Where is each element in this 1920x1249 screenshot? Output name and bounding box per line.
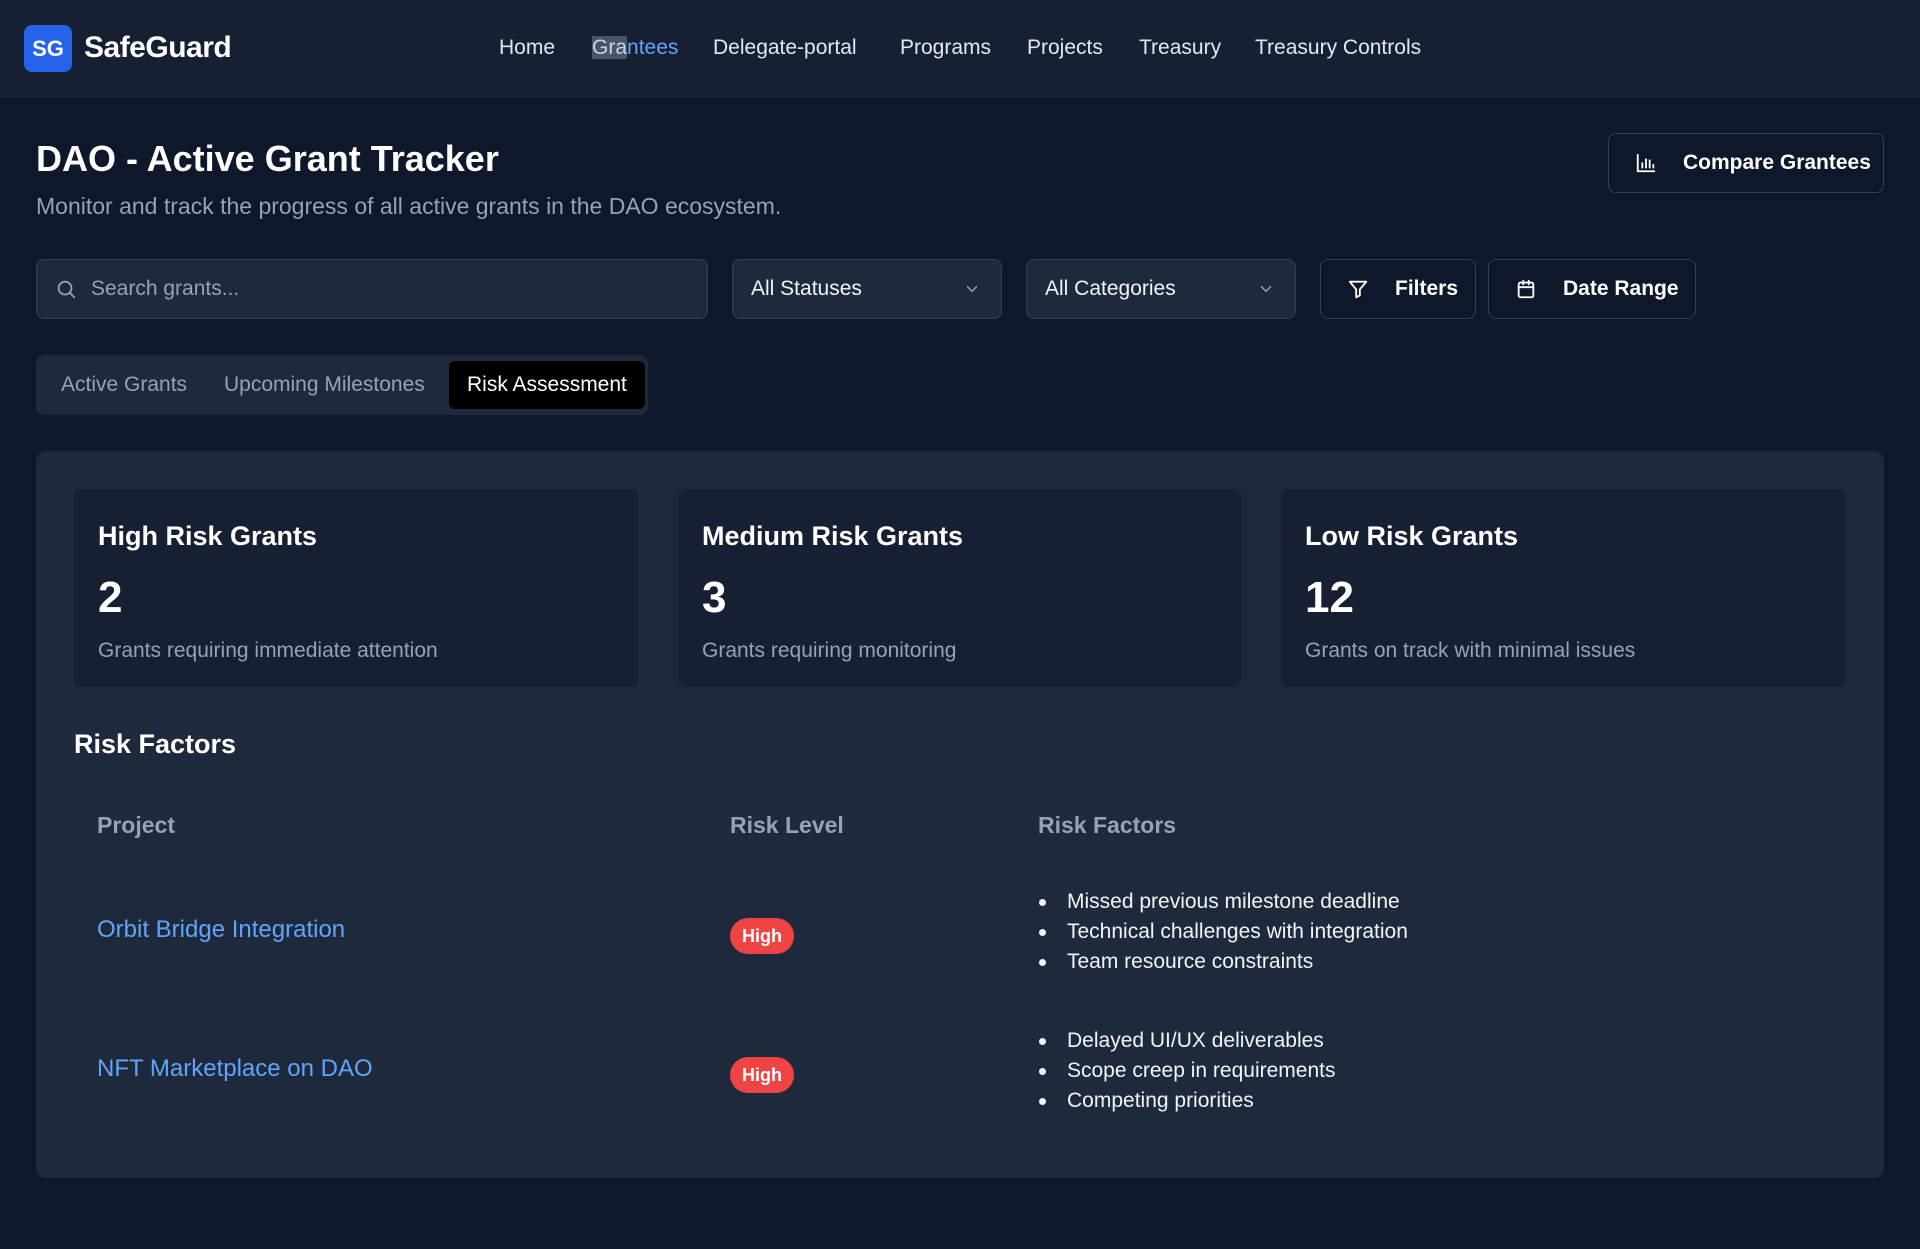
card-value: 12: [1305, 573, 1354, 622]
risk-factor-list: Missed previous milestone deadline Techn…: [1037, 887, 1408, 977]
chevron-down-icon: [963, 280, 981, 298]
list-item: Technical challenges with integration: [1037, 917, 1408, 947]
filter-icon: [1347, 278, 1369, 300]
medium-risk-card: Medium Risk Grants 3 Grants requiring mo…: [678, 489, 1242, 687]
category-select-value: All Categories: [1045, 277, 1176, 300]
status-select[interactable]: All Statuses: [732, 259, 1002, 319]
column-header-project: Project: [97, 812, 175, 838]
compare-grantees-button[interactable]: Compare Grantees: [1608, 133, 1884, 193]
risk-assessment-panel: High Risk Grants 2 Grants requiring imme…: [36, 451, 1884, 1178]
card-description: Grants on track with minimal issues: [1305, 639, 1636, 662]
search-box[interactable]: [36, 259, 708, 319]
risk-level-badge: High: [730, 918, 794, 954]
nav-link-treasury[interactable]: Treasury: [1139, 36, 1221, 60]
filters-button[interactable]: Filters: [1320, 259, 1476, 319]
list-item: Competing priorities: [1037, 1086, 1335, 1116]
high-risk-card: High Risk Grants 2 Grants requiring imme…: [74, 489, 638, 687]
card-description: Grants requiring monitoring: [702, 639, 957, 662]
page-subtitle: Monitor and track the progress of all ac…: [36, 193, 782, 219]
card-title: Medium Risk Grants: [702, 521, 964, 551]
risk-factors-title: Risk Factors: [74, 729, 237, 759]
nav-link-programs[interactable]: Programs: [900, 36, 991, 60]
list-item: Delayed UI/UX deliverables: [1037, 1026, 1335, 1056]
tab-active-grants[interactable]: Active Grants: [61, 361, 187, 409]
risk-factor-list: Delayed UI/UX deliverables Scope creep i…: [1037, 1026, 1335, 1116]
list-item: Missed previous milestone deadline: [1037, 887, 1408, 917]
column-header-risk-level: Risk Level: [730, 812, 844, 838]
nav-link-grantees-text: ntees: [627, 36, 679, 59]
project-link[interactable]: NFT Marketplace on DAO: [97, 1055, 373, 1083]
list-item: Team resource constraints: [1037, 947, 1408, 977]
chevron-down-icon: [1257, 280, 1275, 298]
compare-grantees-label: Compare Grantees: [1683, 151, 1871, 174]
card-description: Grants requiring immediate attention: [98, 639, 438, 662]
nav-link-grantees-selected-text: Gra: [592, 36, 628, 59]
search-icon: [55, 278, 77, 300]
search-input[interactable]: [91, 277, 691, 301]
nav-link-grantees[interactable]: Grantees: [592, 36, 678, 60]
low-risk-card: Low Risk Grants 12 Grants on track with …: [1281, 489, 1845, 687]
card-value: 2: [98, 573, 123, 622]
page-title: DAO - Active Grant Tracker: [36, 138, 499, 179]
nav-link-treasury-controls[interactable]: Treasury Controls: [1255, 36, 1421, 60]
bar-chart-icon: [1635, 152, 1657, 174]
card-value: 3: [702, 573, 727, 622]
date-range-button[interactable]: Date Range: [1488, 259, 1696, 319]
category-select[interactable]: All Categories: [1026, 259, 1296, 319]
risk-level-badge: High: [730, 1057, 794, 1093]
grant-tabs: Active Grants Upcoming Milestones Risk A…: [36, 355, 648, 415]
date-range-label: Date Range: [1563, 277, 1679, 300]
nav-links: Home Grantees Delegate-portal Programs P…: [0, 36, 1920, 66]
tab-risk-assessment[interactable]: Risk Assessment: [449, 361, 645, 409]
nav-link-home[interactable]: Home: [499, 36, 555, 60]
status-select-value: All Statuses: [751, 277, 862, 300]
top-navbar: SG SafeGuard Home Grantees Delegate-port…: [0, 0, 1920, 97]
filters-label: Filters: [1395, 277, 1459, 300]
list-item: Scope creep in requirements: [1037, 1056, 1335, 1086]
nav-link-delegate-portal[interactable]: Delegate-portal: [713, 36, 857, 60]
nav-link-projects[interactable]: Projects: [1027, 36, 1103, 60]
card-title: Low Risk Grants: [1305, 521, 1519, 551]
tab-upcoming-milestones[interactable]: Upcoming Milestones: [224, 361, 425, 409]
calendar-icon: [1515, 278, 1537, 300]
project-link[interactable]: Orbit Bridge Integration: [97, 916, 345, 944]
card-title: High Risk Grants: [98, 521, 318, 551]
column-header-risk-factors: Risk Factors: [1038, 812, 1177, 838]
